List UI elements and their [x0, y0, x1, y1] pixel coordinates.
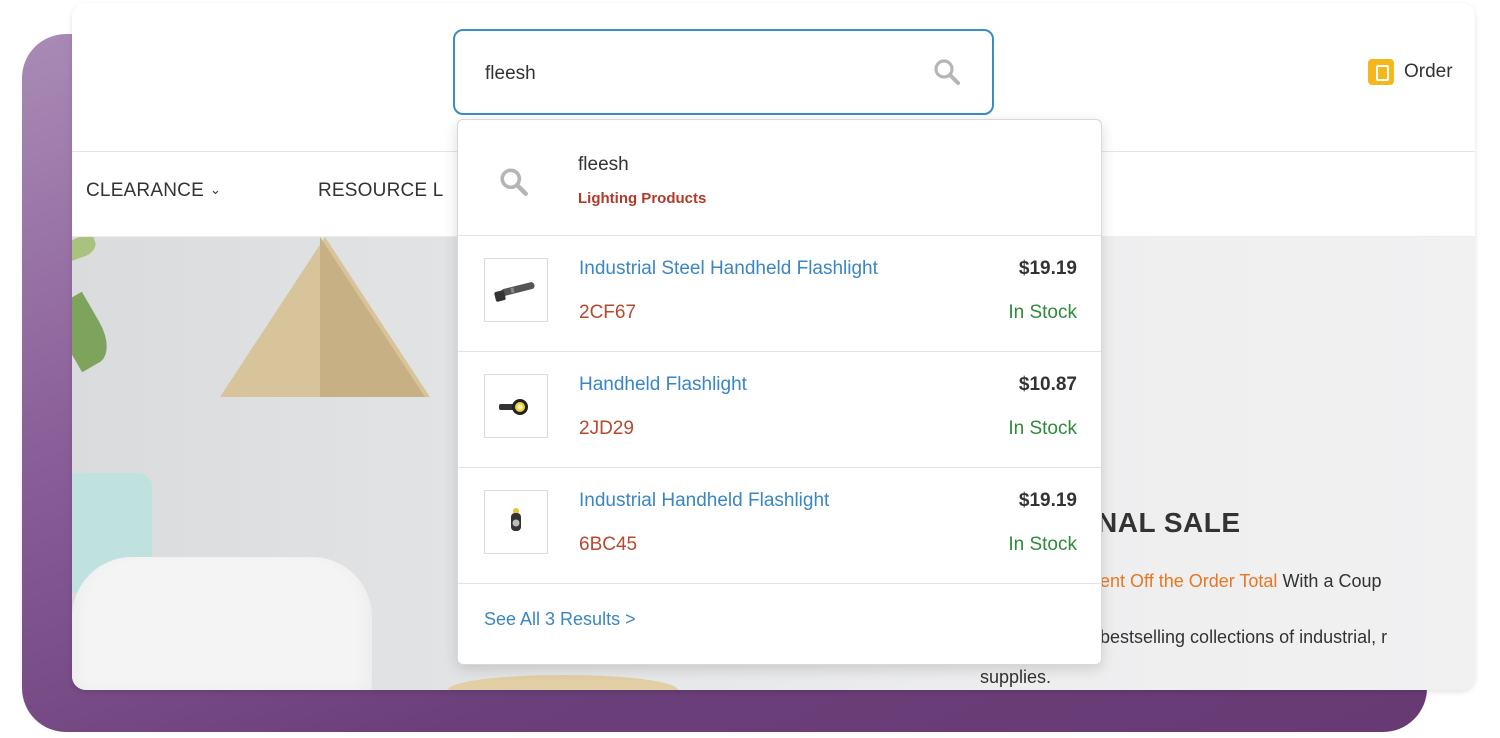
nav-item-label: CLEARANCE	[86, 180, 204, 201]
hero-description: bestselling collections of industrial, r	[1100, 627, 1388, 647]
search-icon[interactable]	[932, 57, 962, 87]
pyramid-shade-image	[320, 237, 425, 397]
orders-icon	[1368, 59, 1394, 85]
list-item[interactable]: Industrial Handheld Flashlight 6BC45 $19…	[458, 468, 1101, 584]
product-price: $19.19	[1018, 258, 1077, 279]
search-suggestion[interactable]: fleesh Lighting Products	[458, 120, 1101, 236]
product-name[interactable]: Industrial Steel Handheld Flashlight	[579, 258, 878, 280]
stock-status: In Stock	[1008, 302, 1077, 323]
product-sku: 6BC45	[579, 534, 638, 555]
promo-line: ent Off the Order Total With a Coup	[1100, 571, 1381, 592]
product-price: $10.87	[1018, 374, 1077, 395]
product-sku: 2JD29	[579, 418, 634, 439]
plant-leaf-image	[72, 237, 99, 262]
flashlight-thumbnail	[484, 258, 548, 322]
product-name[interactable]: Handheld Flashlight	[579, 374, 747, 396]
product-price: $19.19	[1018, 490, 1077, 511]
product-name[interactable]: Industrial Handheld Flashlight	[579, 490, 829, 512]
nav-item-clearance[interactable]: CLEARANCE ⌄	[86, 180, 221, 202]
nav-item-label: RESOURCE L	[318, 180, 444, 201]
nav-item-resource[interactable]: RESOURCE L	[318, 180, 444, 202]
plant-leaf-image	[72, 291, 117, 373]
stock-status: In Stock	[1008, 534, 1077, 555]
product-sku: 2CF67	[579, 302, 637, 323]
promo-rest: With a Coup	[1277, 571, 1382, 591]
chevron-down-icon: ⌄	[209, 182, 222, 197]
list-item[interactable]: Handheld Flashlight 2JD29 $10.87 In Stoc…	[458, 352, 1101, 468]
search-input-value[interactable]: fleesh	[485, 63, 536, 85]
side-table-image	[448, 675, 678, 690]
suggestion-category: Lighting Products	[578, 190, 707, 207]
search-suggestions-dropdown: fleesh Lighting Products Industrial Stee…	[457, 119, 1102, 665]
orders-link[interactable]: Order	[1368, 59, 1453, 85]
pillow-image	[72, 557, 372, 690]
sale-title: NAL SALE	[1097, 507, 1241, 538]
search-input[interactable]: fleesh	[453, 29, 994, 115]
see-all-results-link[interactable]: See All 3 Results >	[484, 609, 636, 630]
promo-highlight: ent Off the Order Total	[1100, 571, 1278, 591]
search-icon	[498, 166, 528, 196]
browser-window: fleesh Order CLEARANCE ⌄ RESOURCE L NAL …	[72, 3, 1475, 690]
flashlight-thumbnail	[484, 374, 548, 438]
orders-label: Order	[1404, 61, 1453, 82]
hero-description-2: supplies.	[980, 667, 1052, 687]
list-item[interactable]: Industrial Steel Handheld Flashlight 2CF…	[458, 236, 1101, 352]
stock-status: In Stock	[1008, 418, 1077, 439]
suggestion-term: fleesh	[578, 154, 629, 175]
flashlight-thumbnail	[484, 490, 548, 554]
